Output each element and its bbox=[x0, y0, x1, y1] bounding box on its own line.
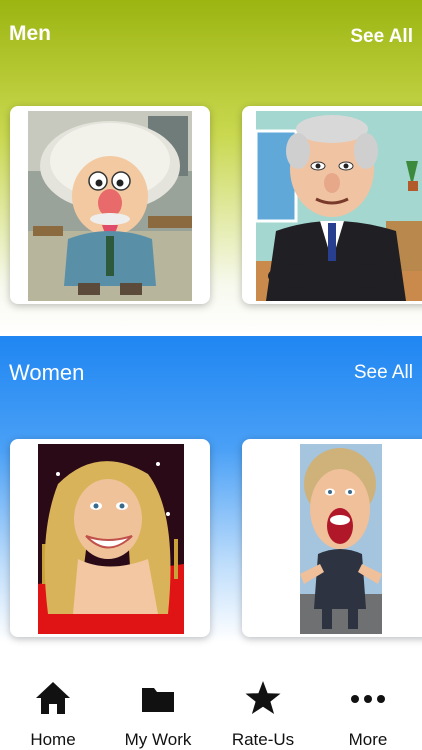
women-card-1[interactable] bbox=[10, 439, 210, 637]
tab-label-more: More bbox=[348, 730, 388, 749]
tab-my-work[interactable]: My Work bbox=[108, 658, 208, 750]
see-all-women-button[interactable]: See All bbox=[354, 362, 413, 384]
home-icon bbox=[36, 682, 70, 714]
tab-home[interactable]: Home bbox=[3, 658, 103, 750]
caricature-image bbox=[256, 111, 422, 301]
caricature-image bbox=[28, 111, 192, 301]
tab-label-my-work: My Work bbox=[124, 730, 192, 749]
see-all-men-button[interactable]: See All bbox=[350, 26, 413, 48]
caricature-image bbox=[38, 444, 184, 634]
tab-label-rate-us: Rate-Us bbox=[231, 730, 295, 749]
men-card-2[interactable] bbox=[242, 106, 422, 304]
women-card-2[interactable] bbox=[242, 439, 422, 637]
tab-more[interactable]: More bbox=[318, 658, 418, 750]
tab-label-home: Home bbox=[30, 730, 76, 749]
tab-bar: Home My Work Rate-Us More bbox=[0, 658, 422, 750]
section-title-men: Men bbox=[9, 22, 51, 45]
more-icon bbox=[351, 695, 385, 703]
section-title-women: Women bbox=[9, 360, 85, 385]
folder-icon bbox=[142, 688, 174, 712]
men-section: Men See All bbox=[0, 0, 422, 336]
caricature-image bbox=[300, 444, 382, 634]
star-icon bbox=[245, 681, 281, 714]
men-card-1[interactable] bbox=[10, 106, 210, 304]
tab-rate-us[interactable]: Rate-Us bbox=[213, 658, 313, 750]
women-section: Women See All bbox=[0, 336, 422, 658]
